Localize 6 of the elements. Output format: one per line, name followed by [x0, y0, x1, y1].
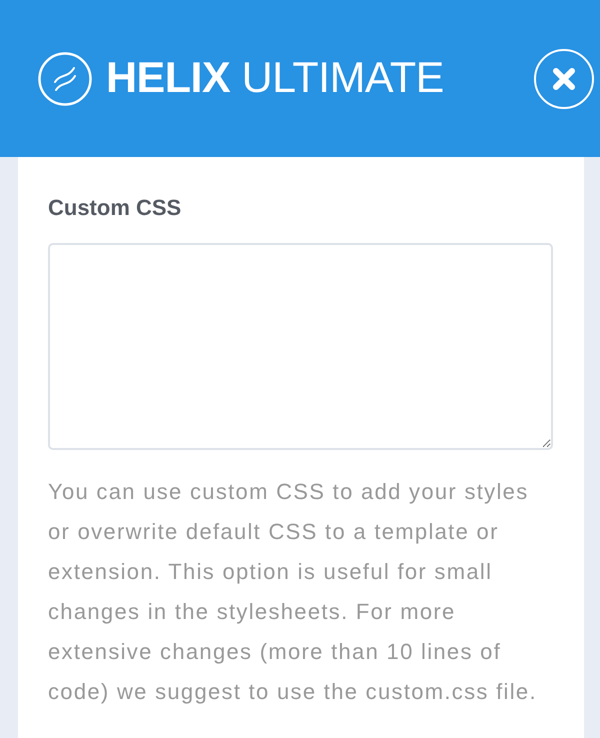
field-label: Custom CSS	[48, 194, 182, 222]
logo-icon	[38, 52, 92, 106]
close-icon	[552, 66, 576, 90]
help-text: You can use custom CSS to add your styles or overwrite default CSS to a template or extension. This option is useful for small changes in the stylesheets. For more extensive changes (more than 10 lines of code) we suggest to use the custom.css file.	[48, 478, 538, 706]
logo-text: HELIX ULTIMATE	[106, 57, 444, 100]
close-button[interactable]	[534, 48, 594, 108]
